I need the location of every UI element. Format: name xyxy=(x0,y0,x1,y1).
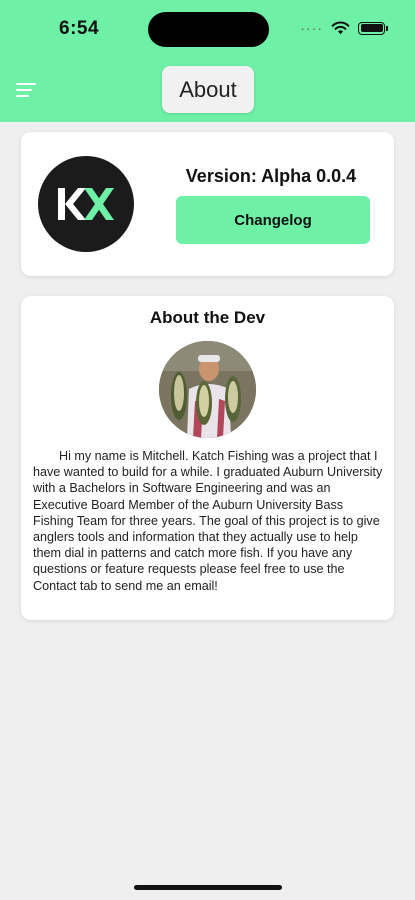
dynamic-island xyxy=(148,12,269,47)
page-title: About xyxy=(162,66,254,113)
about-dev-title: About the Dev xyxy=(149,308,266,327)
version-label: Version: Alpha 0.0.4 xyxy=(185,166,357,186)
wifi-icon xyxy=(331,21,350,35)
developer-photo-avatar xyxy=(159,341,256,438)
developer-avatar xyxy=(159,341,256,438)
app-header: 6:54 ···· About xyxy=(0,0,415,122)
status-icons: ···· xyxy=(300,20,388,36)
kx-logo-mark: KX xyxy=(54,184,114,220)
version-card: KX Version: Alpha 0.0.4 Changelog xyxy=(21,132,394,276)
battery-icon xyxy=(358,21,388,35)
katch-logo-icon: KX xyxy=(38,156,134,252)
about-dev-card: About the Dev Hi my name is Mitchell. Ka… xyxy=(21,296,394,620)
developer-bio: Hi my name is Mitchell. Katch Fishing wa… xyxy=(33,449,383,593)
hamburger-menu-icon[interactable] xyxy=(16,82,36,98)
status-time: 6:54 xyxy=(59,18,100,39)
changelog-button[interactable]: Changelog xyxy=(176,196,370,244)
logo-text: KX xyxy=(54,184,56,185)
home-indicator[interactable] xyxy=(134,885,282,890)
cellular-signal-icon: ···· xyxy=(300,20,323,36)
